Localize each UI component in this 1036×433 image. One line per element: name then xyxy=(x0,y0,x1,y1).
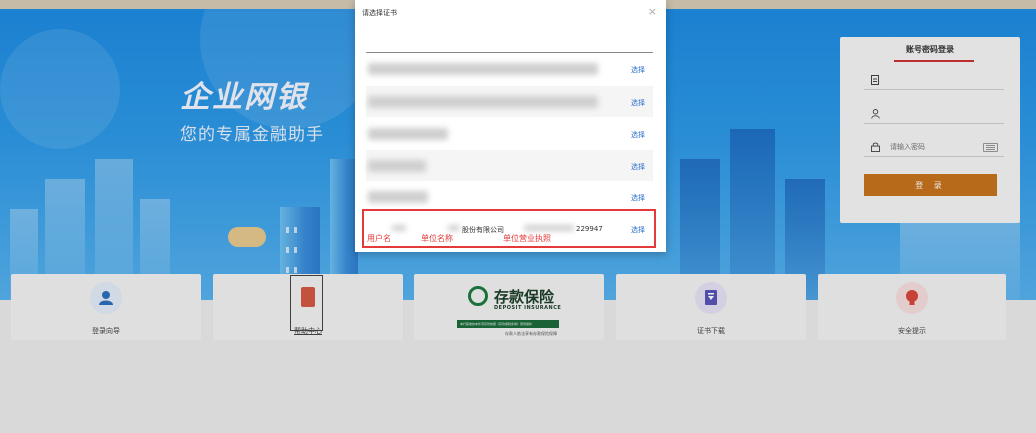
certificate-row: 选择 xyxy=(366,53,653,84)
blurred-certificate-info xyxy=(368,128,448,140)
certificate-row: 选择 xyxy=(366,86,653,117)
blurred-certificate-info xyxy=(368,63,598,75)
annotation-company-label: 单位名称 xyxy=(421,234,453,243)
select-link[interactable]: 选择 xyxy=(631,130,645,140)
blurred-certificate-info xyxy=(368,160,426,172)
annotation-user-label: 用户名 xyxy=(367,234,391,243)
blurred-certificate-info xyxy=(368,191,428,203)
dialog-title: 请选择证书 xyxy=(362,9,397,17)
blurred-certificate-info xyxy=(368,96,598,108)
certificate-row: 选择 xyxy=(366,181,653,212)
annotation-license-label: 单位营业执照 xyxy=(503,234,551,243)
select-link[interactable]: 选择 xyxy=(631,65,645,75)
select-link[interactable]: 选择 xyxy=(631,98,645,108)
select-link[interactable]: 选择 xyxy=(631,193,645,203)
certificate-row: 选择 xyxy=(366,150,653,181)
close-icon[interactable]: × xyxy=(648,5,657,18)
certificate-row: 选择 xyxy=(366,118,653,149)
select-link[interactable]: 选择 xyxy=(631,162,645,172)
